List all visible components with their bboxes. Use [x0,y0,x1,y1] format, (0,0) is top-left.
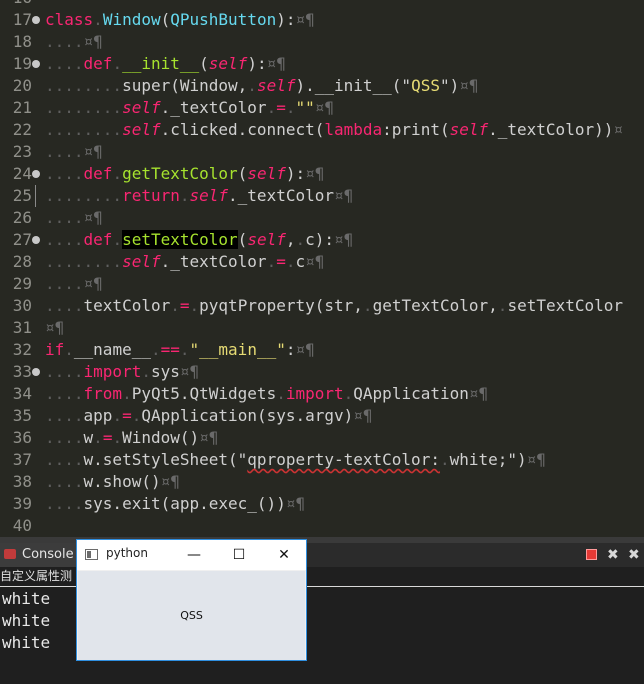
line-number: 19 [12,54,32,73]
line-number: 32 [12,340,32,359]
window-client-area: QSS [78,571,305,660]
code-line[interactable]: 16 [0,0,644,9]
fold-guide [35,185,36,207]
code-editor[interactable]: 1617 class.Window(QPushButton):¤¶ 18 ....¤¶… [0,0,644,541]
qss-push-button[interactable]: QSS [78,571,305,660]
code-line[interactable]: 39 ....sys.exit(app.exec_())¤¶ [0,493,644,515]
code-text: if.__name__.==."__main__":¤¶ [45,340,315,359]
code-line[interactable]: 35 ....app.=.QApplication(sys.argv)¤¶ [0,405,644,427]
code-line[interactable]: 36 ....w.=.Window()¤¶ [0,427,644,449]
fold-toggle-icon[interactable] [32,368,40,376]
code-line[interactable]: 29 ....¤¶ [0,273,644,295]
window-titlebar[interactable]: python — ☐ ✕ [77,540,306,570]
line-number: 18 [12,32,32,51]
line-number: 21 [12,98,32,117]
line-number: 16 [0,0,32,9]
line-number: 39 [12,494,32,513]
code-text: ....¤¶ [45,142,103,161]
code-line[interactable]: 28 ........self._textColor.=.c¤¶ [0,251,644,273]
fold-toggle-icon[interactable] [32,60,40,68]
code-line[interactable]: 33 ....import.sys¤¶ [0,361,644,383]
code-text: ....w.=.Window()¤¶ [45,428,219,447]
code-line[interactable]: 34 ....from.PyQt5.QtWidgets.import.QAppli… [0,383,644,405]
python-window: python — ☐ ✕ QSS [76,539,307,661]
line-number: 22 [12,120,32,139]
code-line[interactable]: 23 ....¤¶ [0,141,644,163]
code-text: ........super(Window,.self).__init__("QS… [45,76,479,95]
line-number: 25 [12,186,32,205]
remove-all-launches-icon[interactable]: ✖ [628,548,640,562]
code-text: ........return.self._textColor¤¶ [45,186,354,205]
code-text: ....from.PyQt5.QtWidgets.import.QApplica… [45,384,489,403]
line-number: 37 [12,450,32,469]
code-text: ........self._textColor.=.""¤¶ [45,98,335,117]
line-number: 30 [12,296,32,315]
code-text: ....import.sys¤¶ [45,362,200,381]
code-text: ....w.setStyleSheet("qproperty-textColor… [45,450,546,469]
tab-console[interactable]: Console [0,543,80,569]
line-number: 40 [12,516,32,535]
code-line[interactable]: 31 ¤¶ [0,317,644,339]
console-output-line: white [2,633,51,652]
code-line[interactable]: 22 ........self.clicked.connect(lambda:pr… [0,119,644,141]
code-line[interactable]: 18 ....¤¶ [0,31,644,53]
line-number: 24 [12,164,32,183]
code-text: ....textColor.=.pyqtProperty(str,.getTex… [45,296,624,315]
code-text: ....w.show()¤¶ [45,472,180,491]
console-output-line: white [2,611,51,630]
code-text: ........self.clicked.connect(lambda:prin… [45,120,623,139]
code-line[interactable]: 38 ....w.show()¤¶ [0,471,644,493]
code-text: class.Window(QPushButton):¤¶ [45,10,315,29]
code-line[interactable]: 27 ....def.setTextColor(self,.c):¤¶ [0,229,644,251]
maximize-button[interactable]: ☐ [216,540,262,570]
line-number: 31 [12,318,32,337]
fold-toggle-icon[interactable] [32,236,40,244]
fold-toggle-icon[interactable] [32,170,40,178]
line-number: 20 [12,76,32,95]
line-number: 27 [12,230,32,249]
line-number: 29 [12,274,32,293]
code-line[interactable]: 24 ....def.getTextColor(self):¤¶ [0,163,644,185]
close-button[interactable]: ✕ [261,540,307,570]
code-text: ....¤¶ [45,32,103,51]
window-title: python [106,546,148,560]
line-number: 26 [12,208,32,227]
code-line[interactable]: 30 ....textColor.=.pyqtProperty(str,.getT… [0,295,644,317]
code-line[interactable]: 40 [0,515,644,537]
line-number: 17 [12,10,32,29]
code-text: ....sys.exit(app.exec_())¤¶ [45,494,306,513]
code-line[interactable]: 20 ........super(Window,.self).__init__("… [0,75,644,97]
console-icon [4,549,16,559]
remove-launch-icon[interactable]: ✖ [607,548,619,562]
code-text: ....def.setTextColor(self,.c):¤¶ [45,230,354,249]
line-number: 35 [12,406,32,425]
code-line[interactable]: 25 ........return.self._textColor¤¶ [0,185,644,207]
console-tab-label: Console [22,547,74,562]
line-number: 28 [12,252,32,271]
code-text: ....def.__init__(self):¤¶ [45,54,286,73]
code-text: ....¤¶ [45,208,103,227]
code-line[interactable]: 21 ........self._textColor.=.""¤¶ [0,97,644,119]
terminate-icon[interactable] [586,549,597,560]
line-number: 36 [12,428,32,447]
app-window-icon [85,549,98,560]
code-text: ....¤¶ [45,274,103,293]
code-line[interactable]: 32 if.__name__.==."__main__":¤¶ [0,339,644,361]
line-number: 38 [12,472,32,491]
minimize-button[interactable]: — [171,540,217,570]
line-number: 23 [12,142,32,161]
code-text: ........self._textColor.=.c¤¶ [45,252,325,271]
console-output-line: white [2,589,51,608]
code-line[interactable]: 17 class.Window(QPushButton):¤¶ [0,9,644,31]
fold-toggle-icon[interactable] [32,16,40,24]
code-line[interactable]: 26 ....¤¶ [0,207,644,229]
code-line[interactable]: 19 ....def.__init__(self):¤¶ [0,53,644,75]
line-number: 33 [12,362,32,381]
code-line[interactable]: 37 ....w.setStyleSheet("qproperty-textCol… [0,449,644,471]
code-text: ¤¶ [45,318,65,337]
code-text: ....app.=.QApplication(sys.argv)¤¶ [45,406,373,425]
code-text: ....def.getTextColor(self):¤¶ [45,164,325,183]
line-number: 34 [12,384,32,403]
